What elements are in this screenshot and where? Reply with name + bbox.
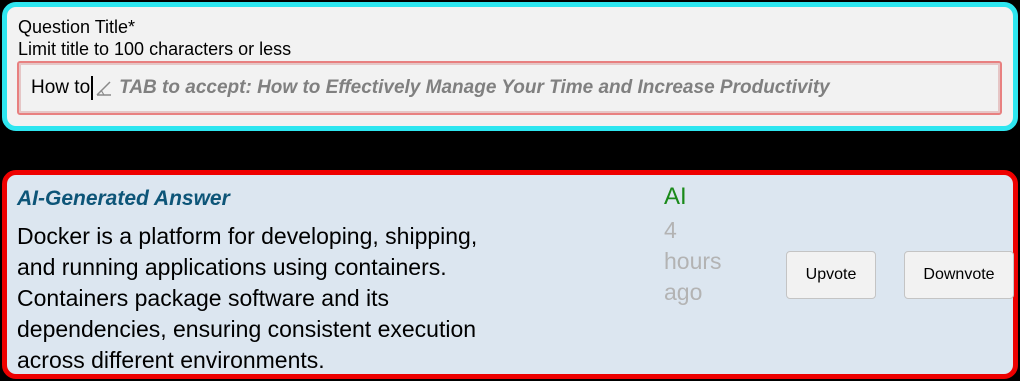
text-caret [91, 76, 94, 100]
answer-author: AI [664, 183, 687, 210]
timestamp-line: 4 [664, 217, 677, 243]
timestamp-line: ago [664, 279, 703, 305]
answer-body-line: Docker is a platform for developing, shi… [17, 223, 478, 249]
question-title-panel: Question Title* Limit title to 100 chara… [2, 2, 1018, 131]
answer-body-line: and running applications using container… [17, 254, 447, 280]
downvote-button[interactable]: Downvote [904, 251, 1014, 299]
answer-body-line: across different environments. [17, 347, 325, 373]
autocomplete-suggestion[interactable]: TAB to accept: How to Effectively Manage… [119, 77, 830, 99]
timestamp-line: hours [664, 248, 722, 274]
question-title-label: Question Title* [18, 17, 136, 37]
question-title-hint: Limit title to 100 characters or less [18, 39, 292, 59]
question-title-input[interactable]: How to TAB to accept: How to Effectively… [17, 61, 1002, 115]
answer-body-line: Containers package software and its [17, 285, 390, 311]
answer-body-line: dependencies, ensuring consistent execut… [17, 316, 477, 342]
autocomplete-icon [95, 78, 113, 98]
answer-body: Docker is a platform for developing, shi… [17, 221, 577, 376]
upvote-button[interactable]: Upvote [786, 251, 876, 299]
ai-answer-panel: AI-Generated Answer Docker is a platform… [2, 170, 1018, 379]
question-title-value: How to [31, 77, 91, 98]
app-root: Question Title* Limit title to 100 chara… [0, 0, 1020, 381]
answer-timestamp: 4 hours ago [664, 215, 744, 308]
answer-title: AI-Generated Answer [17, 187, 230, 210]
